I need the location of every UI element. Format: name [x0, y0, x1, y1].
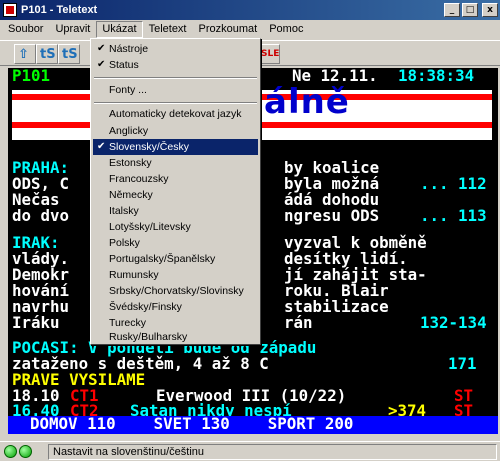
window-title: P101 - Teletext — [21, 4, 98, 16]
tt-header-time: 18:38:34 — [398, 68, 475, 85]
menu-prozkoumat[interactable]: Prozkoumat — [193, 21, 264, 38]
menu-ukazat[interactable]: Ukázat — [96, 21, 143, 38]
tt-right-3-tail: ... 113 — [420, 206, 487, 225]
check-icon: ✔ — [97, 141, 106, 152]
menu-item-lang-12[interactable]: Turecky — [93, 315, 258, 331]
check-icon: ✔ — [97, 59, 106, 70]
menu-item-lang-7[interactable]: Polsky — [93, 235, 258, 251]
close-button[interactable]: x — [482, 3, 498, 17]
tt-right-9: rán — [284, 313, 313, 332]
maximize-button[interactable]: □ — [462, 3, 478, 17]
check-icon: ✔ — [97, 43, 106, 54]
tt-right-3: ngresu ODS — [284, 206, 380, 225]
home-button[interactable]: ⇧ — [14, 44, 36, 64]
menu-item-lang-8[interactable]: Portugalsky/Španělsky — [93, 251, 258, 267]
minimize-button[interactable]: _ — [444, 3, 460, 17]
special-icon: SLE — [261, 49, 280, 59]
menu-bar: Soubor Upravit Ukázat Teletext Prozkouma… — [0, 20, 500, 39]
subpage-down-icon: tS — [62, 47, 78, 62]
menu-item-nastroje[interactable]: ✔ Nástroje — [93, 41, 258, 57]
menu-upravit[interactable]: Upravit — [49, 21, 96, 38]
title-bar: P101 - Teletext _ □ x — [0, 0, 500, 20]
status-lamp-icon — [4, 445, 17, 458]
status-bar: Nastavit na slovenštinu/češtinu — [0, 441, 500, 461]
menu-separator — [94, 77, 257, 79]
menu-item-lang-9[interactable]: Rumunsky — [93, 267, 258, 283]
menu-teletext[interactable]: Teletext — [143, 21, 193, 38]
home-icon: ⇧ — [18, 47, 29, 62]
next-subpage-button[interactable]: tS — [58, 44, 80, 64]
menu-soubor[interactable]: Soubor — [2, 21, 49, 38]
menu-item-lang-10[interactable]: Srbsky/Chorvatsky/Slovinsky — [93, 283, 258, 299]
view-dropdown-menu: ✔ Nástroje ✔ Status Fonty ... Automatick… — [90, 38, 261, 345]
menu-item-fonty[interactable]: Fonty ... — [93, 82, 258, 98]
tt-left-3: do dvo — [12, 206, 70, 225]
tt-nav-links[interactable]: DOMOV 110 SVET 130 SPORT 200 — [30, 415, 353, 433]
status-lamp-icon — [19, 445, 32, 458]
menu-pomoc[interactable]: Pomoc — [263, 21, 309, 38]
menu-item-lang-11[interactable]: Švédsky/Finsky — [93, 299, 258, 315]
menu-item-auto-detect[interactable]: Automaticky detekovat jazyk — [93, 106, 258, 122]
menu-item-lang-5[interactable]: Italsky — [93, 203, 258, 219]
menu-item-lang-6[interactable]: Lotyšsky/Litevsky — [93, 219, 258, 235]
tt-nav-bar: DOMOV 110 SVET 130 SPORT 200 — [8, 415, 498, 434]
tt-right-1-tail: ... 112 — [420, 174, 487, 193]
menu-item-lang-13[interactable]: Rusky/Bulharsky — [93, 331, 258, 344]
prev-subpage-button[interactable]: tS — [36, 44, 58, 64]
status-text: Nastavit na slovenštinu/češtinu — [48, 443, 497, 460]
menu-item-status[interactable]: ✔ Status — [93, 57, 258, 73]
tt-headline: álně — [264, 82, 350, 122]
menu-item-lang-0[interactable]: Anglicky — [93, 123, 258, 139]
tt-page-number: P101 — [12, 68, 51, 85]
menu-item-lang-4[interactable]: Německy — [93, 187, 258, 203]
tt-pocasi-2-tail: 171 — [448, 354, 477, 373]
tt-left-9: Iráku — [12, 313, 60, 332]
tt-right-9-tail: 132-134 — [420, 313, 487, 332]
menu-item-lang-1[interactable]: ✔ Slovensky/Česky — [93, 139, 258, 155]
menu-item-lang-3[interactable]: Francouzsky — [93, 171, 258, 187]
special-button[interactable]: SLE — [258, 44, 280, 64]
app-icon — [3, 3, 17, 17]
menu-item-lang-2[interactable]: Estonsky — [93, 155, 258, 171]
subpage-up-icon: tS — [40, 47, 56, 62]
menu-separator — [94, 102, 257, 104]
